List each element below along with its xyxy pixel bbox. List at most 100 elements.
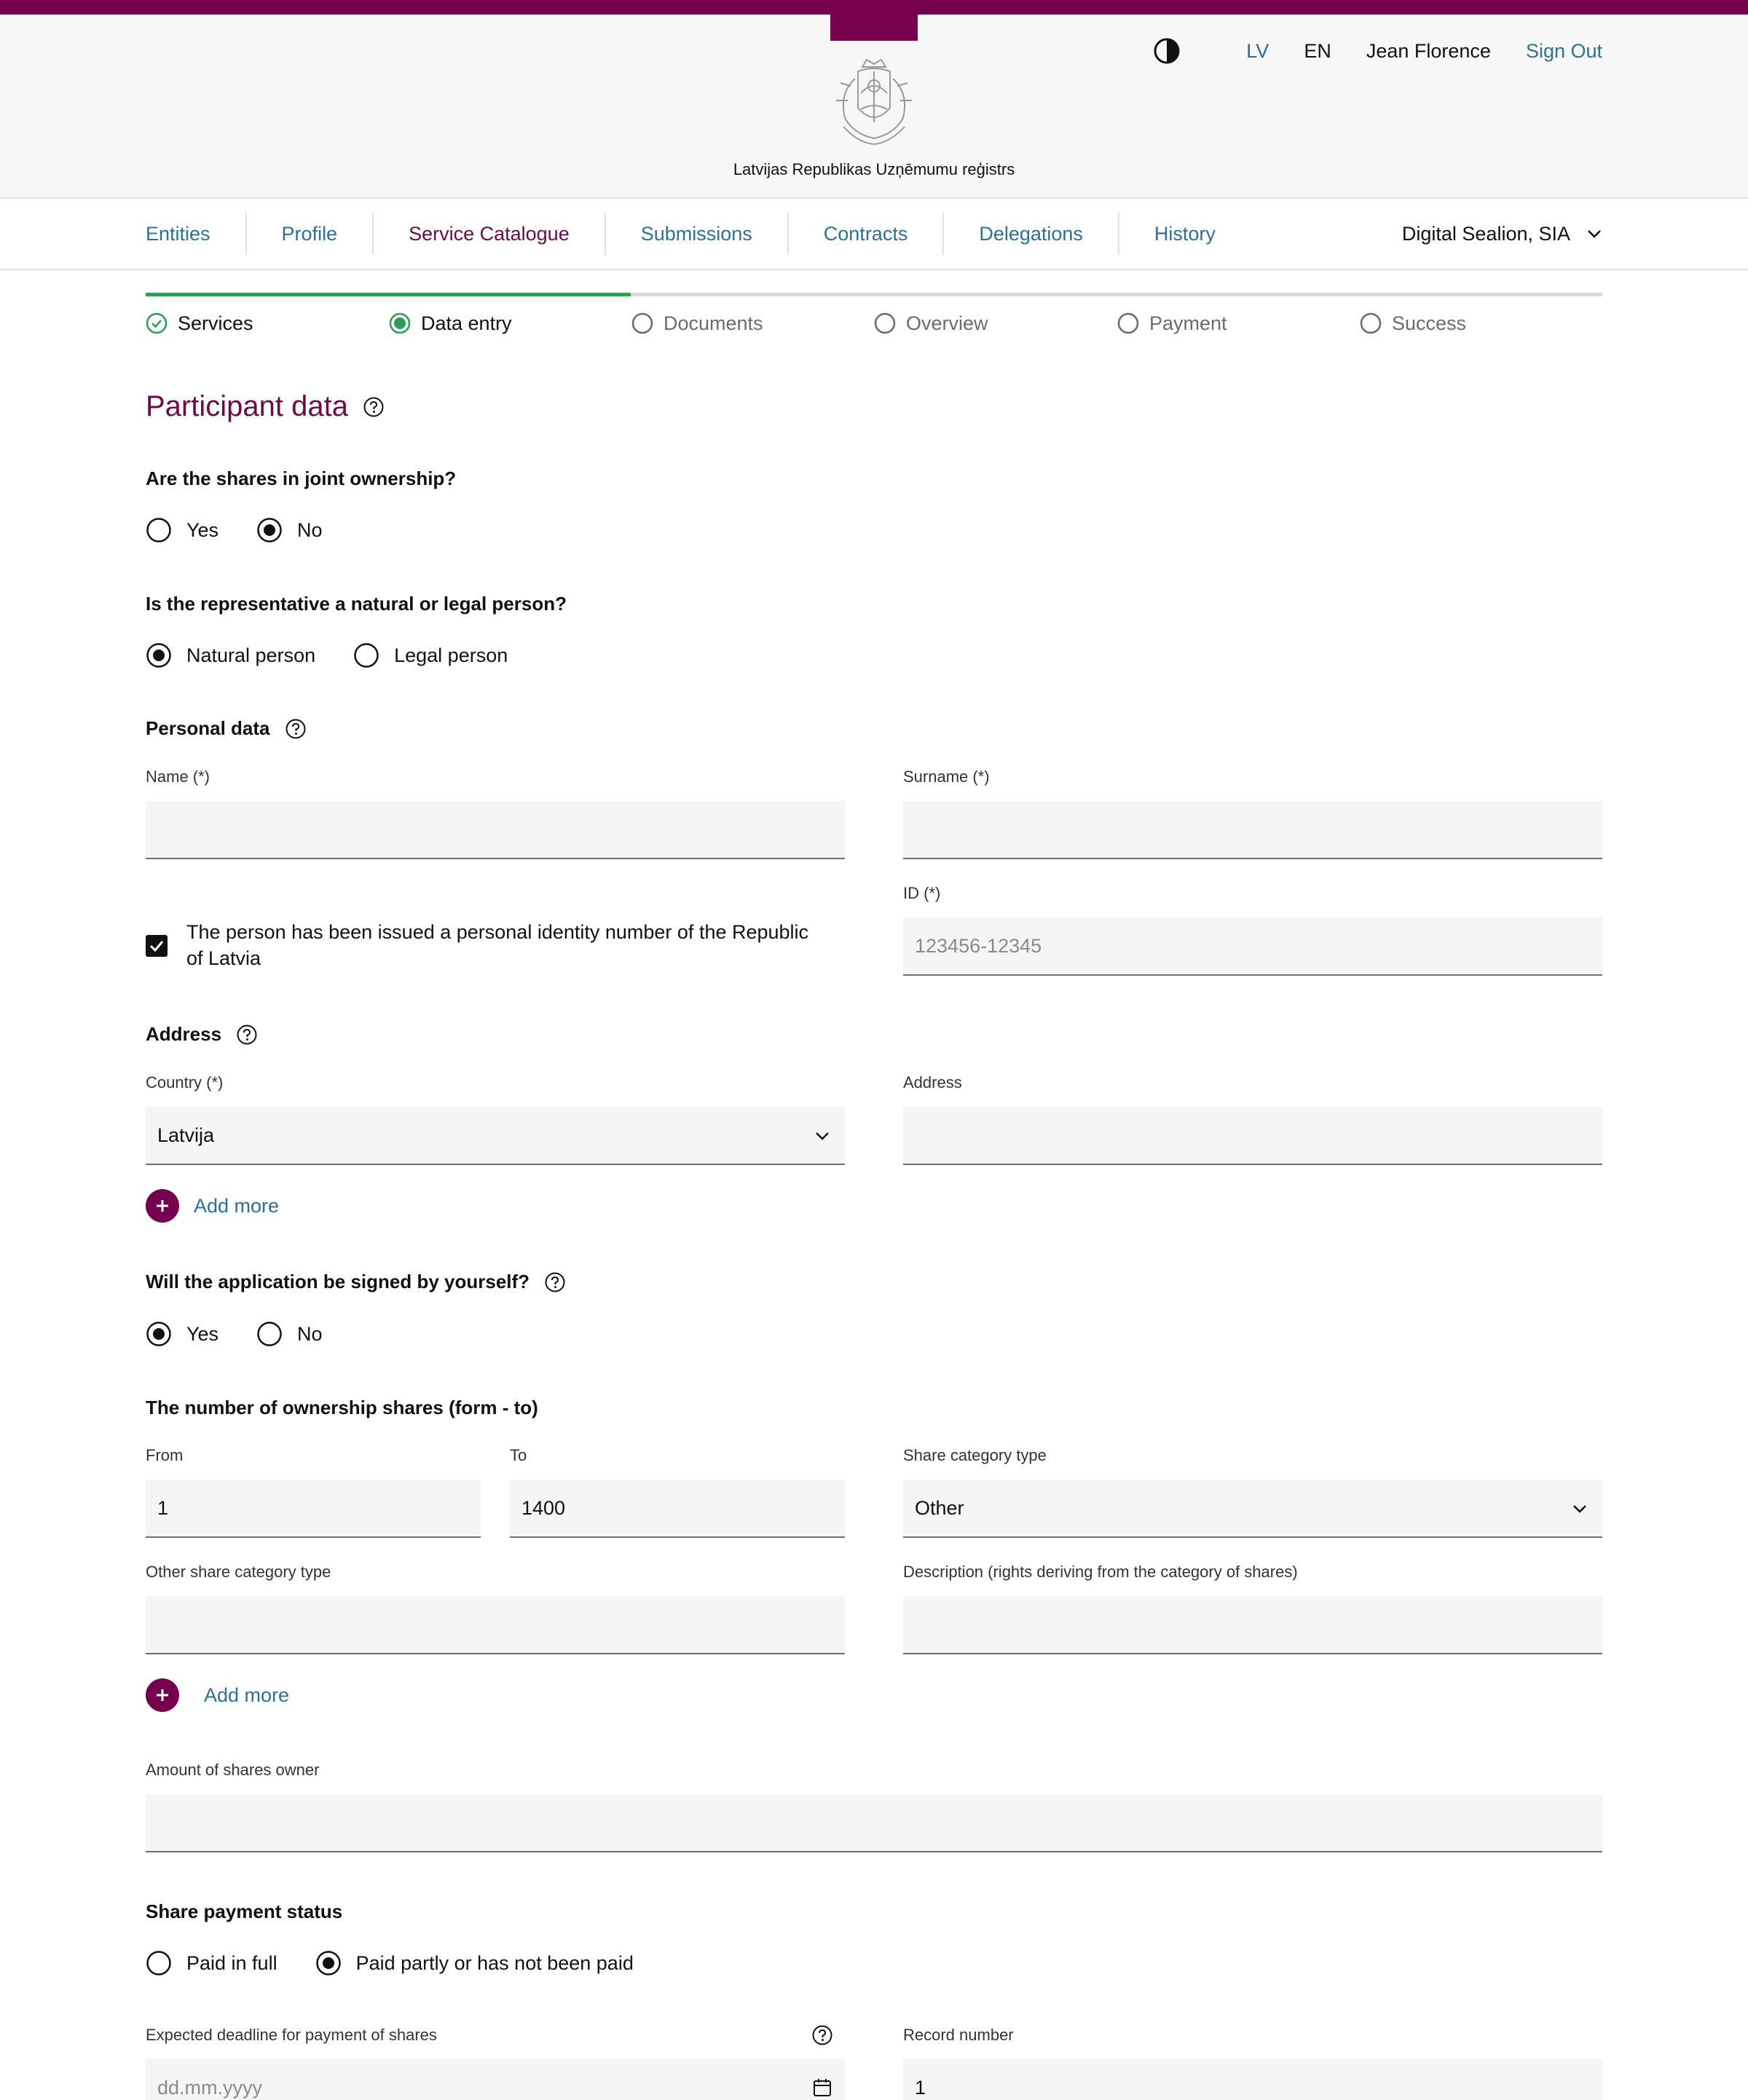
country-label: Country (*) xyxy=(146,1073,224,1092)
user-name[interactable]: Jean Florence xyxy=(1366,40,1491,63)
representative-question: Is the representative a natural or legal… xyxy=(146,593,567,615)
main-nav: Entities Profile Service Catalogue Submi… xyxy=(0,199,1748,270)
brand-bar xyxy=(0,0,1748,15)
help-icon[interactable] xyxy=(363,396,385,418)
empty-circle-icon xyxy=(874,312,896,334)
representative-legal[interactable]: Legal person xyxy=(353,642,508,668)
nav-entities[interactable]: Entities xyxy=(146,213,245,255)
check-circle-icon xyxy=(146,312,168,334)
help-icon[interactable] xyxy=(811,2024,833,2046)
radio-checked-icon xyxy=(257,518,282,542)
radio-label: Natural person xyxy=(186,644,316,666)
nav-profile[interactable]: Profile xyxy=(245,213,373,255)
signed-by-self-radios: Yes No xyxy=(146,1319,361,1349)
step-documents[interactable]: Documents xyxy=(631,310,763,336)
step-label: Data entry xyxy=(421,312,512,334)
signed-by-self-no[interactable]: No xyxy=(256,1321,323,1347)
nav-contracts[interactable]: Contracts xyxy=(787,213,943,255)
name-input[interactable] xyxy=(146,801,845,859)
country-select[interactable]: Latvija xyxy=(146,1107,845,1165)
step-overview[interactable]: Overview xyxy=(874,310,988,336)
address-add-more-button[interactable]: Add more xyxy=(146,1189,279,1223)
help-icon[interactable] xyxy=(544,1271,566,1293)
radio-checked-icon xyxy=(315,1951,341,1975)
nav-delegations[interactable]: Delegations xyxy=(942,213,1118,255)
share-category-label: Share category type xyxy=(903,1446,1047,1464)
lang-en-link[interactable]: EN xyxy=(1304,40,1331,63)
chevron-down-icon xyxy=(1588,230,1601,238)
personal-code-checkbox-row[interactable]: The person has been issued a personal id… xyxy=(146,919,830,971)
joint-ownership-question: Are the shares in joint ownership? xyxy=(146,467,457,489)
radio-unchecked-icon xyxy=(146,1951,171,1975)
to-input[interactable]: 1400 xyxy=(510,1480,845,1538)
shares-add-more-button[interactable]: Add more xyxy=(146,1678,289,1712)
address-input[interactable] xyxy=(903,1107,1602,1165)
signed-by-self-yes[interactable]: Yes xyxy=(146,1321,219,1347)
lang-lv-link[interactable]: LV xyxy=(1246,40,1269,63)
personal-code-checkbox[interactable] xyxy=(146,935,168,957)
heading-text: Address xyxy=(146,1023,222,1045)
step-data-entry[interactable]: Data entry xyxy=(389,310,512,336)
deadline-input[interactable]: dd.mm.yyyy xyxy=(146,2059,845,2100)
payment-status-radios: Paid in full Paid partly or has not been… xyxy=(146,1949,672,1978)
sign-out-link[interactable]: Sign Out xyxy=(1526,40,1602,63)
joint-ownership-yes[interactable]: Yes xyxy=(146,517,219,543)
help-icon[interactable] xyxy=(285,718,307,740)
payment-paid-full[interactable]: Paid in full xyxy=(146,1950,277,1976)
page-title: Participant data xyxy=(146,390,385,423)
logo-tab xyxy=(830,15,918,41)
record-number-input[interactable]: 1 xyxy=(903,2059,1602,2100)
add-more-label: Add more xyxy=(204,1683,290,1706)
page-title-text: Participant data xyxy=(146,390,348,422)
from-input[interactable]: 1 xyxy=(146,1480,481,1538)
heading-text: Personal data xyxy=(146,717,270,739)
calendar-icon[interactable] xyxy=(813,2078,832,2097)
joint-ownership-radios: Yes No xyxy=(146,516,361,545)
amount-owner-label: Amount of shares owner xyxy=(146,1761,320,1779)
deadline-placeholder: dd.mm.yyyy xyxy=(157,2077,263,2099)
description-label: Description (rights deriving from the ca… xyxy=(903,1563,1298,1581)
deadline-label: Expected deadline for payment of shares xyxy=(146,2026,437,2044)
coat-of-arms-icon[interactable] xyxy=(829,57,919,150)
other-category-label: Other share category type xyxy=(146,1563,331,1581)
utility-bar: LV EN Jean Florence Sign Out xyxy=(1153,35,1602,67)
current-step-icon xyxy=(389,312,411,334)
record-number-label: Record number xyxy=(903,2026,1014,2044)
personal-data-heading: Personal data xyxy=(146,717,307,740)
step-services[interactable]: Services xyxy=(146,310,253,336)
radio-label: No xyxy=(297,518,323,541)
representative-natural[interactable]: Natural person xyxy=(146,642,315,668)
country-value: Latvija xyxy=(157,1124,215,1146)
plus-icon xyxy=(146,1678,179,1712)
radio-unchecked-icon xyxy=(257,1322,282,1346)
name-label: Name (*) xyxy=(146,767,210,786)
nav-service-catalogue[interactable]: Service Catalogue xyxy=(372,213,605,255)
id-input[interactable]: 123456-12345 xyxy=(903,917,1602,976)
surname-input[interactable] xyxy=(903,801,1602,859)
nav-history[interactable]: History xyxy=(1117,213,1251,255)
payment-paid-partly[interactable]: Paid partly or has not been paid xyxy=(315,1950,634,1976)
surname-label: Surname (*) xyxy=(903,767,990,786)
address-heading: Address xyxy=(146,1023,258,1046)
radio-label: No xyxy=(297,1322,323,1345)
other-category-input[interactable] xyxy=(146,1596,845,1654)
contrast-toggle-icon[interactable] xyxy=(1153,37,1181,65)
step-label: Services xyxy=(178,312,253,334)
step-success[interactable]: Success xyxy=(1360,310,1466,336)
radio-unchecked-icon xyxy=(354,643,379,668)
description-input[interactable] xyxy=(903,1596,1602,1654)
empty-circle-icon xyxy=(1117,312,1139,334)
radio-label: Legal person xyxy=(394,644,508,666)
chevron-down-icon xyxy=(816,1132,829,1140)
personal-code-checkbox-label: The person has been issued a personal id… xyxy=(186,921,809,969)
radio-checked-icon xyxy=(146,643,171,668)
share-category-select[interactable]: Other xyxy=(903,1480,1602,1538)
step-payment[interactable]: Payment xyxy=(1117,310,1227,336)
amount-owner-input[interactable] xyxy=(146,1794,1602,1852)
help-icon[interactable] xyxy=(236,1024,258,1046)
joint-ownership-no[interactable]: No xyxy=(256,517,323,543)
nav-submissions[interactable]: Submissions xyxy=(604,213,787,255)
organization-selector[interactable]: Digital Sealion, SIA xyxy=(1402,199,1602,269)
radio-label: Yes xyxy=(186,1322,219,1345)
step-label: Documents xyxy=(664,312,763,334)
